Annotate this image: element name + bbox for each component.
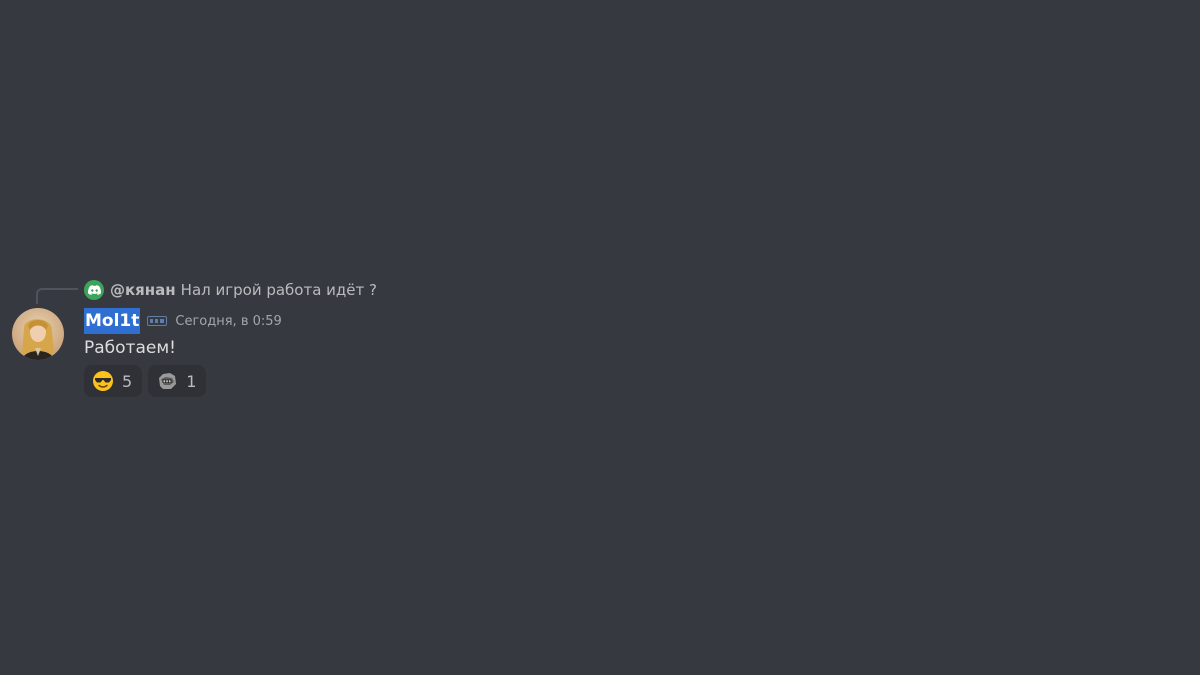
- sunglasses-emoji-icon: [92, 370, 114, 392]
- reply-reference[interactable]: @кянан Нал игрой работа идёт ?: [84, 278, 377, 302]
- message-content: Работаем!: [84, 338, 176, 358]
- user-avatar[interactable]: [12, 308, 64, 360]
- discord-logo-icon: [84, 280, 104, 300]
- reaction-custom[interactable]: 1: [148, 365, 207, 397]
- timestamp[interactable]: Сегодня, в 0:59: [175, 314, 281, 329]
- username[interactable]: Mol1t: [84, 308, 141, 334]
- message: @кянан Нал игрой работа идёт ? Mol1t Сег…: [0, 276, 1200, 406]
- reactions-bar: 5 1: [84, 365, 207, 397]
- custom-emoji-icon: [156, 370, 178, 392]
- reply-author[interactable]: @кянан: [110, 281, 176, 299]
- reaction-count: 5: [122, 371, 133, 391]
- reply-text[interactable]: Нал игрой работа идёт ?: [181, 281, 377, 299]
- chat-area: @кянан Нал игрой работа идёт ? Mol1t Сег…: [0, 0, 1200, 675]
- reaction-count: 1: [186, 371, 197, 391]
- reaction-sunglasses[interactable]: 5: [84, 365, 143, 397]
- server-tag-icon: [147, 315, 168, 327]
- message-header: Mol1t Сегодня, в 0:59: [84, 307, 282, 335]
- reply-spine: [36, 288, 78, 304]
